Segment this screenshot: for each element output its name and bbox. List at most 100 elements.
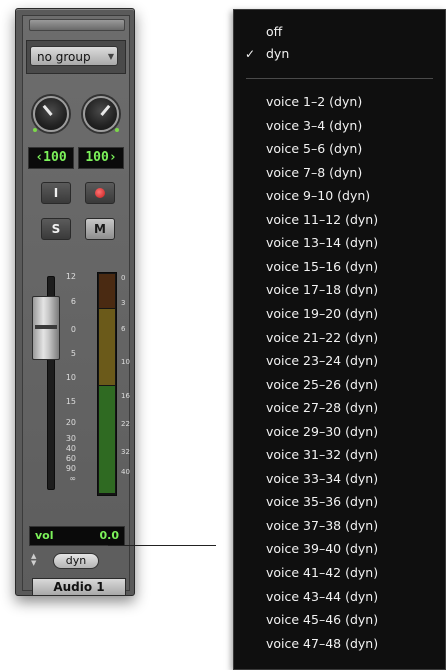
menu-item-voice[interactable]: voice 39–40 (dyn): [234, 539, 445, 559]
group-label: no group: [37, 50, 91, 64]
menu-item-voice[interactable]: voice 3–4 (dyn): [234, 116, 445, 136]
fader-scale-label: 12: [65, 272, 76, 281]
menu-item-label: voice 25–26 (dyn): [266, 376, 379, 392]
menu-item-voice[interactable]: voice 7–8 (dyn): [234, 163, 445, 183]
fader-scale-label: 10: [65, 373, 76, 382]
menu-separator: [246, 78, 433, 79]
fader-scale-label: 20: [65, 418, 76, 427]
meter-scale-label: 32: [121, 448, 130, 456]
meter-clip-zone: [99, 274, 115, 308]
fader-scale-label: 40: [65, 444, 76, 453]
chevron-down-icon: ▼: [107, 52, 114, 61]
menu-item-voice[interactable]: voice 31–32 (dyn): [234, 445, 445, 465]
channel-strip-body: no group ▼ ‹100 100› I S M 12 6 0 5 10 1…: [22, 15, 130, 596]
record-icon: [95, 187, 105, 198]
solo-button[interactable]: S: [41, 218, 71, 240]
menu-item-label: voice 19–20 (dyn): [266, 305, 379, 321]
fader-scale-label: 5: [70, 349, 76, 358]
track-name[interactable]: Audio 1: [32, 578, 126, 596]
fader-scale-label: ∞: [69, 474, 76, 483]
record-enable-button[interactable]: [85, 182, 115, 204]
volume-value: 0.0: [99, 529, 120, 542]
fader-scale-label: 90: [65, 464, 76, 473]
callout-line: [108, 545, 216, 546]
menu-item-label: dyn: [266, 46, 290, 61]
menu-item-voice[interactable]: voice 47–48 (dyn): [234, 634, 445, 654]
voice-selector-button[interactable]: dyn: [53, 553, 99, 569]
menu-item-voice[interactable]: voice 17–18 (dyn): [234, 280, 445, 300]
menu-item-voice[interactable]: voice 29–30 (dyn): [234, 422, 445, 442]
menu-item-dyn[interactable]: ✓ dyn: [234, 44, 445, 64]
menu-item-voice[interactable]: voice 41–42 (dyn): [234, 563, 445, 583]
pan-value-left: ‹100: [28, 147, 74, 169]
menu-item-label: voice 9–10 (dyn): [266, 188, 371, 204]
menu-item-voice[interactable]: voice 13–14 (dyn): [234, 233, 445, 253]
channel-strip: no group ▼ ‹100 100› I S M 12 6 0 5 10 1…: [15, 8, 135, 596]
menu-item-label: voice 3–4 (dyn): [266, 117, 363, 133]
menu-item-label: voice 39–40 (dyn): [266, 541, 379, 557]
fader-scale-label: 6: [70, 297, 76, 306]
pan-value-right: 100›: [78, 147, 124, 169]
knob-indicator-left: [33, 128, 37, 132]
menu-item-voice[interactable]: voice 15–16 (dyn): [234, 257, 445, 277]
menu-item-voice[interactable]: voice 33–34 (dyn): [234, 469, 445, 489]
menu-item-label: voice 47–48 (dyn): [266, 635, 379, 651]
menu-item-voice[interactable]: voice 23–24 (dyn): [234, 351, 445, 371]
menu-item-label: voice 17–18 (dyn): [266, 282, 379, 298]
menu-item-voice[interactable]: voice 21–22 (dyn): [234, 328, 445, 348]
menu-item-voice[interactable]: voice 19–20 (dyn): [234, 304, 445, 324]
knob-pointer: [42, 104, 53, 116]
meter-scale-label: 22: [121, 420, 130, 428]
menu-item-voice[interactable]: voice 25–26 (dyn): [234, 375, 445, 395]
menu-item-label: voice 29–30 (dyn): [266, 423, 379, 439]
menu-item-label: voice 21–22 (dyn): [266, 329, 379, 345]
menu-item-voice[interactable]: voice 1–2 (dyn): [234, 92, 445, 112]
fader-scale-label: 30: [65, 434, 76, 443]
menu-item-voice[interactable]: voice 11–12 (dyn): [234, 210, 445, 230]
volume-label: vol: [35, 529, 54, 542]
menu-item-label: voice 23–24 (dyn): [266, 353, 379, 369]
menu-item-voice[interactable]: voice 37–38 (dyn): [234, 516, 445, 536]
menu-item-label: voice 45–46 (dyn): [266, 612, 379, 628]
meter-safe-zone: [99, 386, 115, 493]
menu-item-label: voice 5–6 (dyn): [266, 141, 363, 157]
group-selector[interactable]: no group ▼: [30, 46, 118, 66]
menu-item-label: voice 41–42 (dyn): [266, 565, 379, 580]
menu-item-label: voice 7–8 (dyn): [266, 164, 363, 180]
fader-handle[interactable]: [32, 296, 60, 360]
meter-scale-label: 6: [121, 325, 126, 333]
menu-item-label: voice 11–12 (dyn): [266, 211, 379, 227]
menu-item-label: voice 15–16 (dyn): [266, 258, 379, 274]
menu-item-off[interactable]: off: [234, 22, 445, 42]
meter-scale-label: 0: [121, 274, 126, 282]
menu-item-voice[interactable]: voice 45–46 (dyn): [234, 610, 445, 630]
input-monitor-button[interactable]: I: [41, 182, 71, 204]
menu-item-voice[interactable]: voice 35–36 (dyn): [234, 492, 445, 512]
group-section: no group ▼: [26, 40, 126, 74]
meter-scale-label: 40: [121, 468, 130, 476]
menu-item-label: voice 31–32 (dyn): [266, 447, 379, 463]
meter-scale-label: 16: [121, 392, 130, 400]
menu-item-label: voice 13–14 (dyn): [266, 235, 379, 251]
voice-selector-row: ▲ ▼ dyn: [27, 552, 127, 570]
voice-assignment-menu: off ✓ dyn voice 1–2 (dyn) voice 3–4 (dyn)…: [233, 9, 446, 670]
menu-item-voice[interactable]: voice 9–10 (dyn): [234, 186, 445, 206]
up-down-arrows-icon: ▲ ▼: [31, 552, 37, 567]
meter-scale-label: 10: [121, 358, 130, 366]
menu-item-voice[interactable]: voice 27–28 (dyn): [234, 398, 445, 418]
fader-scale-label: 0: [70, 325, 76, 334]
menu-item-label: voice 1–2 (dyn): [266, 94, 363, 109]
fader-scale-label: 60: [65, 454, 76, 463]
menu-item-voice[interactable]: voice 43–44 (dyn): [234, 587, 445, 607]
level-meter: [97, 272, 117, 496]
menu-item-voice[interactable]: voice 5–6 (dyn): [234, 139, 445, 159]
menu-item-label: voice 35–36 (dyn): [266, 494, 379, 510]
checkmark-icon: ✓: [245, 47, 256, 61]
menu-item-label: voice 27–28 (dyn): [266, 400, 379, 416]
menu-item-label: voice 37–38 (dyn): [266, 517, 379, 533]
pan-knob-left[interactable]: [33, 96, 69, 132]
mute-button[interactable]: M: [85, 218, 115, 240]
volume-readout[interactable]: vol 0.0: [29, 526, 125, 546]
strip-top-bar: [29, 19, 125, 31]
pan-knob-right[interactable]: [83, 96, 119, 132]
